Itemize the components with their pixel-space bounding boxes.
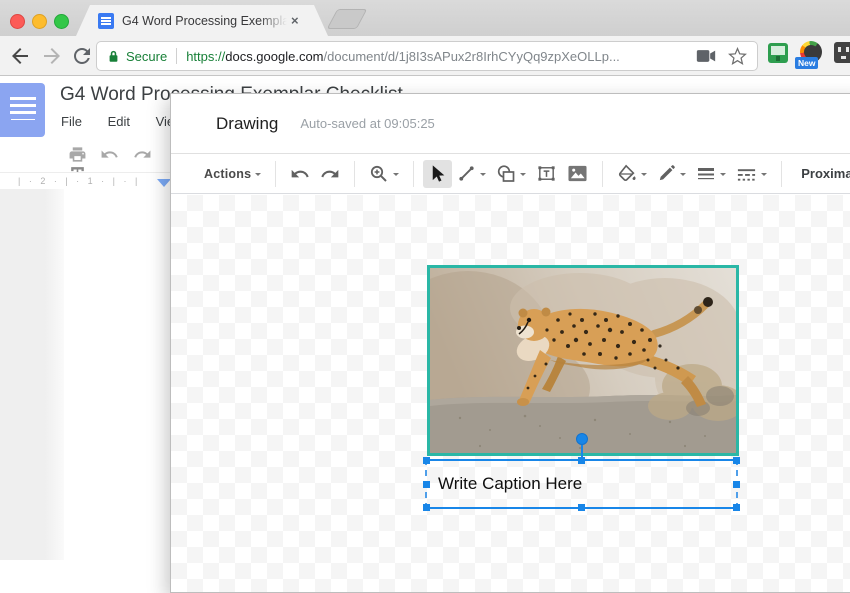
omnibox-divider — [176, 48, 177, 64]
extensions-area: New — [768, 41, 850, 73]
select-tool-button[interactable] — [423, 160, 452, 188]
toolbar-separator — [413, 161, 414, 187]
drawing-dialog-header: Drawing Auto-saved at 09:05:25 — [171, 94, 850, 154]
resize-handle-middle-left[interactable] — [423, 481, 430, 488]
zoom-button[interactable] — [364, 160, 404, 188]
resize-handle-bottom-right[interactable] — [733, 504, 740, 511]
insert-image-button[interactable] — [562, 160, 593, 188]
reload-icon[interactable] — [70, 44, 94, 68]
toolbar-separator — [275, 161, 276, 187]
shape-icon — [496, 164, 516, 184]
pencil-icon — [657, 164, 676, 183]
text-box-icon — [536, 163, 557, 184]
url-path: /document/d/1j8I3sAPux2r8IrhCYyQq9zpXeOL… — [324, 49, 620, 64]
undo-button[interactable] — [285, 160, 315, 188]
caption-text[interactable]: Write Caption Here — [427, 474, 582, 494]
docs-undo-icon[interactable] — [100, 145, 119, 164]
autosave-status: Auto-saved at 09:05:25 — [300, 116, 434, 131]
new-tab-button[interactable] — [327, 9, 368, 29]
menu-edit[interactable]: Edit — [108, 114, 130, 129]
font-family-selector[interactable]: Proxima N — [801, 166, 850, 181]
indent-marker-icon[interactable] — [157, 179, 171, 187]
redo-button[interactable] — [315, 160, 345, 188]
tab-close-icon[interactable]: × — [291, 13, 299, 28]
resize-handle-bottom-left[interactable] — [423, 504, 430, 511]
url-text: https://docs.google.com/document/d/1j8I3… — [186, 49, 620, 64]
docs-favicon-icon — [98, 13, 114, 29]
chevron-down-icon — [520, 173, 526, 179]
drawing-canvas[interactable]: Write Caption Here — [171, 195, 850, 592]
line-weight-icon — [696, 164, 716, 184]
extension-presentation-icon[interactable] — [768, 43, 788, 63]
paint-bucket-icon — [617, 164, 637, 184]
selected-image[interactable] — [427, 265, 739, 456]
line-weight-button[interactable] — [691, 160, 731, 188]
ruler: | · 2 · | · 1 · | · | — [0, 172, 172, 189]
toolbar-separator — [354, 161, 355, 187]
docs-workspace-margin — [0, 189, 64, 560]
camera-icon[interactable] — [696, 49, 716, 63]
secure-label: Secure — [126, 49, 167, 64]
toolbar-separator — [781, 161, 782, 187]
chevron-down-icon — [720, 173, 726, 179]
docs-redo-icon[interactable] — [133, 145, 152, 164]
select-arrow-icon — [428, 164, 447, 183]
chevron-down-icon — [680, 173, 686, 179]
chevron-down-icon — [393, 173, 399, 179]
browser-tab-bar: G4 Word Processing Exemplar × — [0, 0, 850, 36]
shape-tool-button[interactable] — [491, 160, 531, 188]
resize-handle-top-left[interactable] — [423, 457, 430, 464]
url-domain: docs.google.com — [225, 49, 323, 64]
macos-zoom-button[interactable] — [54, 14, 69, 29]
back-icon[interactable] — [8, 44, 32, 68]
macos-minimize-button[interactable] — [32, 14, 47, 29]
actions-menu-button[interactable]: Actions — [199, 160, 266, 188]
drawing-dialog: Drawing Auto-saved at 09:05:25 Actions — [170, 93, 850, 593]
line-dash-button[interactable] — [731, 160, 772, 188]
redo-icon — [320, 164, 340, 184]
secure-lock-icon — [107, 49, 120, 64]
new-badge: New — [795, 57, 818, 69]
browser-tab[interactable]: G4 Word Processing Exemplar × — [76, 5, 328, 36]
drawing-title: Drawing — [216, 114, 278, 134]
resize-handle-middle-right[interactable] — [733, 481, 740, 488]
browser-toolbar: Secure https://docs.google.com/document/… — [0, 36, 850, 76]
fill-color-button[interactable] — [612, 160, 652, 188]
caption-text-box[interactable]: Write Caption Here — [425, 459, 738, 509]
chevron-down-icon — [761, 173, 767, 179]
image-icon — [567, 164, 588, 183]
docs-toolbar — [68, 145, 178, 169]
forward-icon[interactable] — [40, 44, 64, 68]
line-dash-icon — [736, 164, 757, 184]
chevron-down-icon — [641, 173, 647, 179]
cheetah-photo — [430, 268, 736, 453]
line-icon — [457, 164, 476, 183]
ruler-marks: | · 2 · | · 1 · | · | — [18, 176, 140, 186]
url-scheme: https:// — [186, 49, 225, 64]
drawing-toolbar: Actions — [171, 154, 850, 194]
resize-handle-bottom-center[interactable] — [578, 504, 585, 511]
resize-handle-top-center[interactable] — [578, 457, 585, 464]
tab-title: G4 Word Processing Exemplar — [122, 14, 287, 28]
address-bar[interactable]: Secure https://docs.google.com/document/… — [96, 41, 758, 71]
line-tool-button[interactable] — [452, 160, 491, 188]
line-color-button[interactable] — [652, 160, 691, 188]
zoom-in-icon — [369, 164, 389, 184]
bookmark-star-icon[interactable] — [728, 47, 747, 66]
text-box-tool-button[interactable] — [531, 160, 562, 188]
toolbar-separator — [602, 161, 603, 187]
chevron-down-icon — [255, 173, 261, 179]
docs-logo-icon[interactable] — [0, 83, 45, 137]
extension-robot-icon[interactable] — [834, 42, 850, 63]
chevron-down-icon — [480, 173, 486, 179]
undo-icon — [290, 164, 310, 184]
print-icon[interactable] — [68, 145, 87, 164]
menu-file[interactable]: File — [61, 114, 82, 129]
rotate-handle[interactable] — [576, 433, 588, 445]
resize-handle-top-right[interactable] — [733, 457, 740, 464]
macos-close-button[interactable] — [10, 14, 25, 29]
